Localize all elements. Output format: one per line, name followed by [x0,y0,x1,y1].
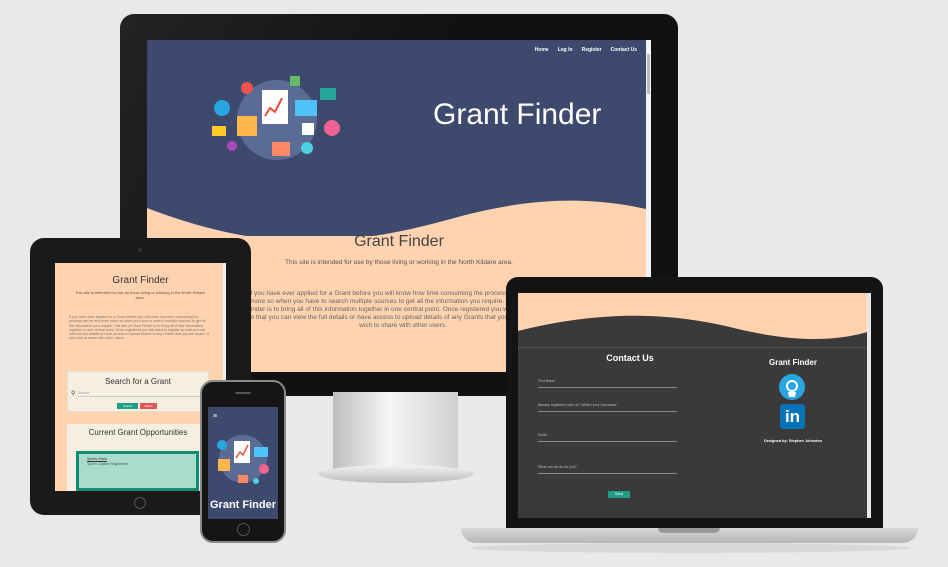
search-button[interactable]: Search [117,403,138,409]
linkedin-icon[interactable]: in [780,404,805,429]
nav-register[interactable]: Register [582,47,602,53]
phone-home-button[interactable] [237,523,250,536]
phone-illustration [217,435,269,484]
phone-device: ≡ Grant Finder [200,380,286,543]
tablet-title: Grant Finder [112,275,169,286]
reset-button[interactable]: Reset [140,403,157,409]
divider [518,347,871,348]
search-input[interactable]: Search [78,391,204,397]
laptop-wave [518,315,871,351]
monitor-stand-base [318,465,474,483]
tablet-camera [138,248,142,252]
search-icon: ⚲ [71,391,76,397]
grant-card-subtitle: Sports Capital Programme [87,462,129,466]
phone-title: Grant Finder [209,499,276,511]
github-icon[interactable] [779,374,805,400]
hero-illustration [212,76,340,160]
tablet-body: If you have ever applied for a Grant bef… [69,315,209,341]
monitor-stand [333,392,458,470]
nav-home[interactable]: Home [535,47,549,53]
laptop-screen: Contact Us First Name Already registered… [518,293,871,518]
grant-card[interactable]: Sports Grant Sports Capital Programme [76,451,199,491]
email-field[interactable]: Email [538,433,677,442]
send-button[interactable]: Send [608,491,630,498]
hero-title: Grant Finder [433,98,602,131]
opportunities-heading: Current Grant Opportunities [88,428,188,437]
nav-login[interactable]: Log In [558,47,573,53]
laptop-shadow [470,543,910,553]
search-heading: Search for a Grant [105,377,171,386]
laptop-notch [658,528,720,533]
opportunities-panel: Current Grant Opportunities Sports Grant… [67,424,209,491]
github-icon-glyph [786,380,798,397]
tablet-intro: This site is intended for use by those l… [74,290,206,300]
top-nav: Home Log In Register Contact Us [535,47,637,53]
first-name-field[interactable]: First Name [538,379,677,388]
username-field[interactable]: Already registered with us? What's your … [538,403,677,412]
footer-title: Grant Finder [768,358,817,367]
scrollbar-thumb[interactable] [647,54,650,94]
hamburger-menu-icon[interactable]: ≡ [213,413,217,420]
phone-screen: ≡ Grant Finder [208,407,278,519]
laptop-scrollbar[interactable] [867,293,871,518]
designed-by: Designed by: Stephen Johnston [763,439,822,443]
message-field[interactable]: What can we do for you? [538,465,677,474]
phone-speaker [235,392,251,394]
nav-contact[interactable]: Contact Us [611,47,637,53]
contact-heading: Contact Us [606,353,654,363]
grant-card-title[interactable]: Sports Grant [87,457,107,461]
tablet-home-button[interactable] [134,497,146,509]
search-panel: Search for a Grant ⚲ Search Search Reset [67,371,209,412]
laptop-device: Contact Us First Name Already registered… [506,277,883,535]
